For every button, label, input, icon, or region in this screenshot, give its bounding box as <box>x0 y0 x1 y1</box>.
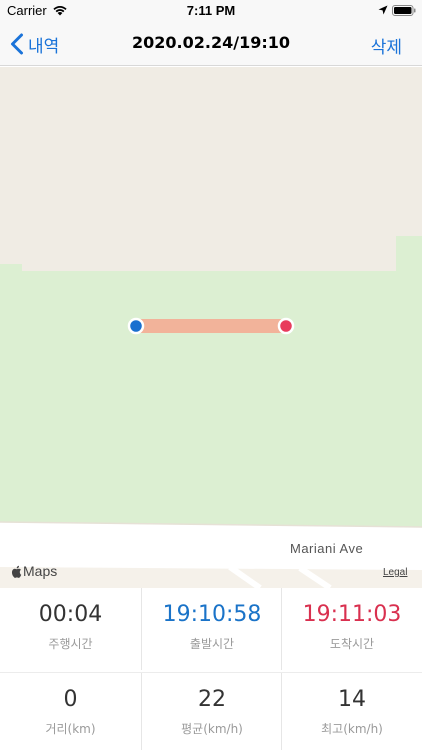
stat-distance: 0 거리(km) <box>0 673 141 750</box>
battery-icon <box>392 5 416 16</box>
stat-max-speed: 14 최고(km/h) <box>281 673 422 750</box>
trip-stats: 00:04 주행시간 19:10:58 출발시간 19:11:03 도착시간 0… <box>0 588 422 750</box>
stat-label: 거리(km) <box>45 722 96 736</box>
stat-label: 최고(km/h) <box>321 722 383 736</box>
stat-label: 주행시간 <box>48 637 93 651</box>
legal-link[interactable]: Legal <box>383 567 407 578</box>
status-bar: Carrier 7:11 PM <box>0 0 422 22</box>
street-label: Mariani Ave <box>290 541 364 556</box>
stat-value: 14 <box>338 687 366 712</box>
stat-start-time: 19:10:58 출발시간 <box>141 588 282 670</box>
navigation-bar: 내역 2020.02.24/19:10 삭제 <box>0 22 422 66</box>
stat-label: 평균(km/h) <box>181 722 243 736</box>
apple-logo-icon <box>11 565 22 578</box>
stat-label: 출발시간 <box>189 637 235 651</box>
maps-attribution-label: Maps <box>23 563 58 579</box>
page-title: 2020.02.24/19:10 <box>132 33 290 52</box>
stats-row-time: 00:04 주행시간 19:10:58 출발시간 19:11:03 도착시간 <box>0 588 422 670</box>
stat-duration: 00:04 주행시간 <box>0 588 141 670</box>
status-time: 7:11 PM <box>186 3 236 18</box>
route-map[interactable] <box>0 67 422 588</box>
stat-value: 19:11:03 <box>302 602 402 627</box>
map-canvas <box>0 67 422 588</box>
map-lower-land <box>0 567 422 588</box>
start-marker <box>127 317 145 335</box>
stat-value: 19:10:58 <box>162 602 262 627</box>
stat-value: 0 <box>63 687 78 712</box>
stat-value: 00:04 <box>38 602 103 627</box>
end-marker <box>277 317 295 335</box>
stat-end-time: 19:11:03 도착시간 <box>281 588 422 670</box>
delete-button[interactable]: 삭제 <box>371 33 402 58</box>
stat-label: 도착시간 <box>329 637 375 651</box>
stats-row-speed: 0 거리(km) 22 평균(km/h) 14 최고(km/h) <box>0 672 422 750</box>
stat-value: 22 <box>198 687 226 712</box>
stat-average-speed: 22 평균(km/h) <box>141 673 282 750</box>
map-park-area <box>0 236 422 527</box>
maps-attribution: Maps <box>10 563 57 579</box>
location-arrow-icon <box>378 5 388 15</box>
